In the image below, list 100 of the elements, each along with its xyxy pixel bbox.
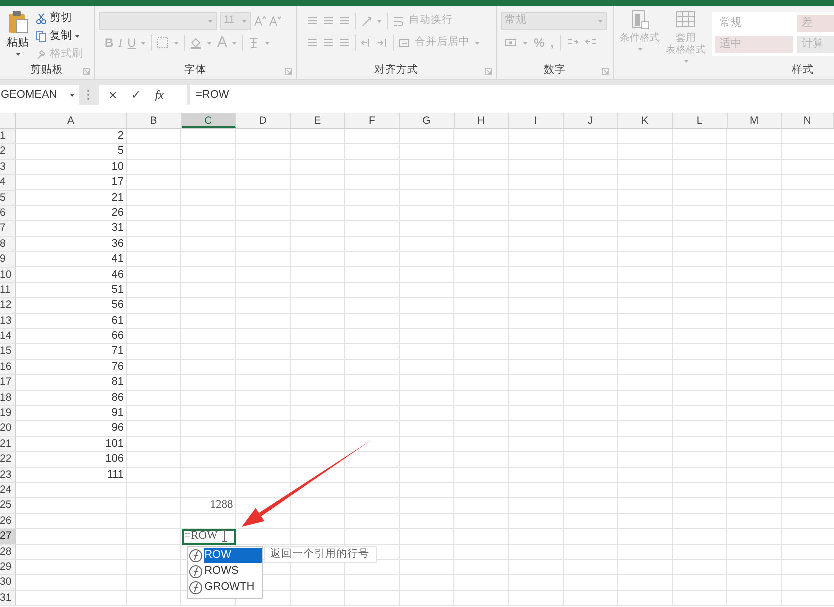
row-header[interactable]: 25 bbox=[0, 498, 16, 514]
table-cell: 51 bbox=[112, 284, 124, 296]
column-header[interactable]: H bbox=[454, 113, 510, 128]
row-header[interactable]: 3 bbox=[0, 160, 16, 176]
table-cell: 111 bbox=[107, 468, 124, 481]
table-format-icon[interactable] bbox=[676, 10, 696, 30]
align-icon[interactable] bbox=[339, 16, 350, 26]
align-icon[interactable] bbox=[339, 38, 350, 48]
row-header[interactable]: 6 bbox=[0, 206, 16, 222]
row-header[interactable]: 1 bbox=[0, 129, 16, 144]
enter-button[interactable]: ✓ bbox=[131, 86, 142, 104]
autocomplete-item[interactable]: GROWTH bbox=[204, 580, 262, 596]
row-header[interactable]: 10 bbox=[0, 268, 16, 283]
autocomplete-item[interactable]: ROWS bbox=[204, 564, 262, 580]
wrap-text-icon[interactable] bbox=[393, 16, 404, 26]
column-header[interactable]: M bbox=[728, 113, 782, 128]
row-header[interactable]: 13 bbox=[0, 314, 16, 330]
border-icon[interactable] bbox=[157, 37, 170, 49]
column-header[interactable]: D bbox=[236, 113, 291, 128]
row-header[interactable]: 29 bbox=[0, 560, 16, 576]
table-cell: 66 bbox=[112, 330, 124, 342]
column-header[interactable]: L bbox=[672, 113, 728, 128]
command-button[interactable]: 剪切 bbox=[50, 10, 72, 27]
column-header[interactable]: E bbox=[290, 113, 346, 128]
indent-icon[interactable] bbox=[377, 38, 388, 48]
row-header[interactable]: 7 bbox=[0, 221, 16, 237]
formula-input[interactable]: =ROW bbox=[190, 85, 834, 105]
brush-icon[interactable] bbox=[36, 48, 47, 60]
column-header[interactable]: G bbox=[400, 113, 455, 128]
row-header[interactable]: 31 bbox=[0, 590, 16, 606]
caret-icon[interactable] bbox=[70, 94, 75, 96]
row-header[interactable]: 14 bbox=[0, 329, 16, 344]
indent-icon[interactable] bbox=[361, 38, 372, 48]
row-header[interactable]: 2 bbox=[0, 144, 16, 160]
row-header[interactable]: 16 bbox=[0, 360, 16, 376]
row-header[interactable]: 4 bbox=[0, 175, 16, 191]
row-header[interactable]: 23 bbox=[0, 468, 16, 483]
name-box[interactable]: GEOMEAN bbox=[0, 85, 79, 105]
conditional-format-icon[interactable] bbox=[630, 10, 650, 30]
command-button[interactable]: 复制 bbox=[50, 28, 72, 45]
align-icon[interactable] bbox=[307, 16, 318, 26]
table-cell: 41 bbox=[112, 253, 124, 266]
shrink-font-icon[interactable] bbox=[269, 15, 281, 27]
row-header[interactable]: 19 bbox=[0, 406, 16, 422]
dialog-launcher-icon[interactable] bbox=[285, 68, 292, 75]
row-header[interactable]: 18 bbox=[0, 390, 16, 406]
row-header[interactable]: 5 bbox=[0, 190, 16, 206]
align-icon[interactable] bbox=[323, 38, 334, 48]
column-header[interactable]: C bbox=[182, 113, 236, 128]
dialog-launcher-icon[interactable] bbox=[83, 68, 90, 75]
caret-icon[interactable] bbox=[16, 53, 20, 56]
insert-function-button[interactable]: fx bbox=[155, 86, 164, 104]
row-header[interactable]: 8 bbox=[0, 236, 16, 252]
column-header[interactable]: I bbox=[509, 113, 564, 128]
text-cursor-icon[interactable] bbox=[220, 530, 228, 544]
orientation-icon[interactable] bbox=[361, 16, 372, 26]
row-header[interactable]: 28 bbox=[0, 544, 16, 560]
paste-button[interactable]: 粘贴 bbox=[7, 37, 29, 49]
row-header[interactable]: 27 bbox=[0, 529, 16, 545]
phonetic-icon[interactable] bbox=[248, 37, 260, 49]
row-header[interactable]: 9 bbox=[0, 252, 16, 268]
column-header[interactable]: A bbox=[16, 113, 127, 128]
caret-icon[interactable] bbox=[75, 35, 80, 38]
column-header[interactable]: N bbox=[782, 113, 834, 128]
grip-icon[interactable] bbox=[87, 89, 90, 101]
autocomplete-item[interactable]: ROW bbox=[204, 548, 262, 564]
align-icon[interactable] bbox=[307, 38, 318, 48]
function-icon[interactable] bbox=[188, 548, 203, 563]
merge-icon[interactable] bbox=[399, 38, 410, 48]
dialog-launcher-icon[interactable] bbox=[485, 68, 492, 75]
group-label: 剪贴板 bbox=[30, 63, 64, 78]
column-header[interactable]: J bbox=[564, 113, 618, 128]
column-header[interactable]: F bbox=[345, 113, 400, 128]
row-header[interactable]: 11 bbox=[0, 282, 16, 298]
column-header[interactable]: K bbox=[618, 113, 673, 128]
currency-icon[interactable] bbox=[505, 37, 517, 49]
cell-input[interactable]: =ROW bbox=[184, 531, 218, 542]
row-header[interactable]: 22 bbox=[0, 452, 16, 468]
scissors-icon[interactable] bbox=[36, 12, 47, 24]
row-header[interactable]: 24 bbox=[0, 482, 16, 498]
row-header[interactable]: 30 bbox=[0, 575, 16, 591]
cancel-button[interactable]: × bbox=[109, 84, 118, 106]
fill-bucket-icon[interactable] bbox=[190, 37, 202, 49]
row-header[interactable]: 21 bbox=[0, 436, 16, 452]
grow-font-icon[interactable] bbox=[254, 15, 266, 27]
row-header[interactable]: 17 bbox=[0, 375, 16, 391]
row-header[interactable]: 20 bbox=[0, 421, 16, 437]
table-cell: 56 bbox=[112, 299, 124, 312]
function-icon[interactable] bbox=[188, 564, 203, 579]
row-header[interactable]: 12 bbox=[0, 298, 16, 314]
table-cell: 101 bbox=[106, 438, 124, 450]
active-cell[interactable]: =ROW bbox=[182, 529, 236, 545]
row-header[interactable]: 15 bbox=[0, 344, 16, 360]
copy-icon[interactable] bbox=[36, 30, 47, 42]
dialog-launcher-icon[interactable] bbox=[602, 68, 609, 75]
clipboard-icon[interactable] bbox=[7, 10, 29, 34]
align-icon[interactable] bbox=[323, 16, 334, 26]
row-header[interactable]: 26 bbox=[0, 514, 16, 530]
table-cell: 5 bbox=[118, 145, 124, 158]
function-icon[interactable] bbox=[188, 580, 203, 595]
